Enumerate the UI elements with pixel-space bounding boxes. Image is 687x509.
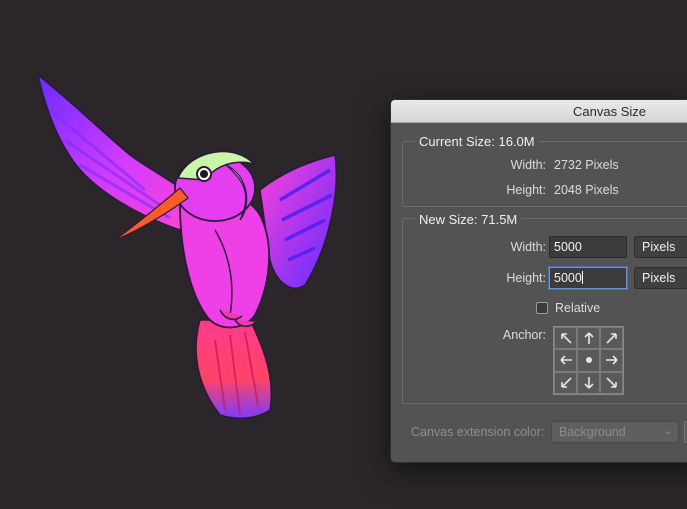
anchor-left[interactable] xyxy=(554,349,577,372)
arrow-left-icon xyxy=(559,355,572,366)
arrow-up-right-icon xyxy=(605,333,617,344)
height-unit-select[interactable]: Pixels xyxy=(634,267,687,289)
width-input[interactable]: 5000 xyxy=(549,236,627,258)
anchor-center[interactable] xyxy=(577,349,600,372)
anchor-bottom-left[interactable] xyxy=(554,371,577,394)
relative-label: Relative xyxy=(555,301,601,315)
arrow-up-icon xyxy=(583,332,594,345)
canvas-size-dialog: Canvas Size Current Size: 16.0M Width: 2… xyxy=(390,99,687,463)
extension-color-value: Background xyxy=(559,425,626,439)
arrow-down-left-icon xyxy=(560,377,572,388)
width-unit-select[interactable]: Pixels xyxy=(634,236,687,258)
height-input[interactable]: 5000 xyxy=(549,267,627,289)
center-dot-icon xyxy=(585,357,592,364)
current-width-label: Width: xyxy=(510,158,546,172)
relative-checkbox[interactable] xyxy=(536,302,548,314)
height-input-value: 5000 xyxy=(554,271,582,285)
width-input-value: 5000 xyxy=(554,240,582,254)
arrow-right-icon xyxy=(605,355,618,366)
text-caret xyxy=(581,271,583,284)
extension-color-label: Canvas extension color: xyxy=(411,425,545,439)
anchor-label: Anchor: xyxy=(502,328,546,342)
anchor-bottom[interactable] xyxy=(577,371,600,394)
current-size-legend: Current Size: 16.0M xyxy=(415,134,539,149)
arrow-up-left-icon xyxy=(560,333,572,344)
chevron-down-icon: ⌄ xyxy=(663,426,672,437)
dialog-title: Canvas Size xyxy=(391,100,687,123)
current-height-label: Height: xyxy=(506,183,546,197)
anchor-top-right[interactable] xyxy=(600,327,623,350)
extension-color-select[interactable]: Background ⌄ xyxy=(551,421,679,443)
hummingbird-illustration xyxy=(36,73,337,420)
anchor-top-left[interactable] xyxy=(554,327,577,350)
current-height-value: 2048 Pixels xyxy=(554,183,619,197)
current-size-group xyxy=(402,141,687,207)
anchor-bottom-right[interactable] xyxy=(600,371,623,394)
arrow-down-right-icon xyxy=(605,377,617,388)
arrow-down-icon xyxy=(583,376,594,389)
anchor-grid xyxy=(553,326,624,395)
new-height-label: Height: xyxy=(506,271,546,285)
new-width-label: Width: xyxy=(510,240,546,254)
anchor-right[interactable] xyxy=(600,349,623,372)
new-size-legend: New Size: 71.5M xyxy=(415,212,522,227)
current-width-value: 2732 Pixels xyxy=(554,158,619,172)
anchor-top[interactable] xyxy=(577,327,600,350)
